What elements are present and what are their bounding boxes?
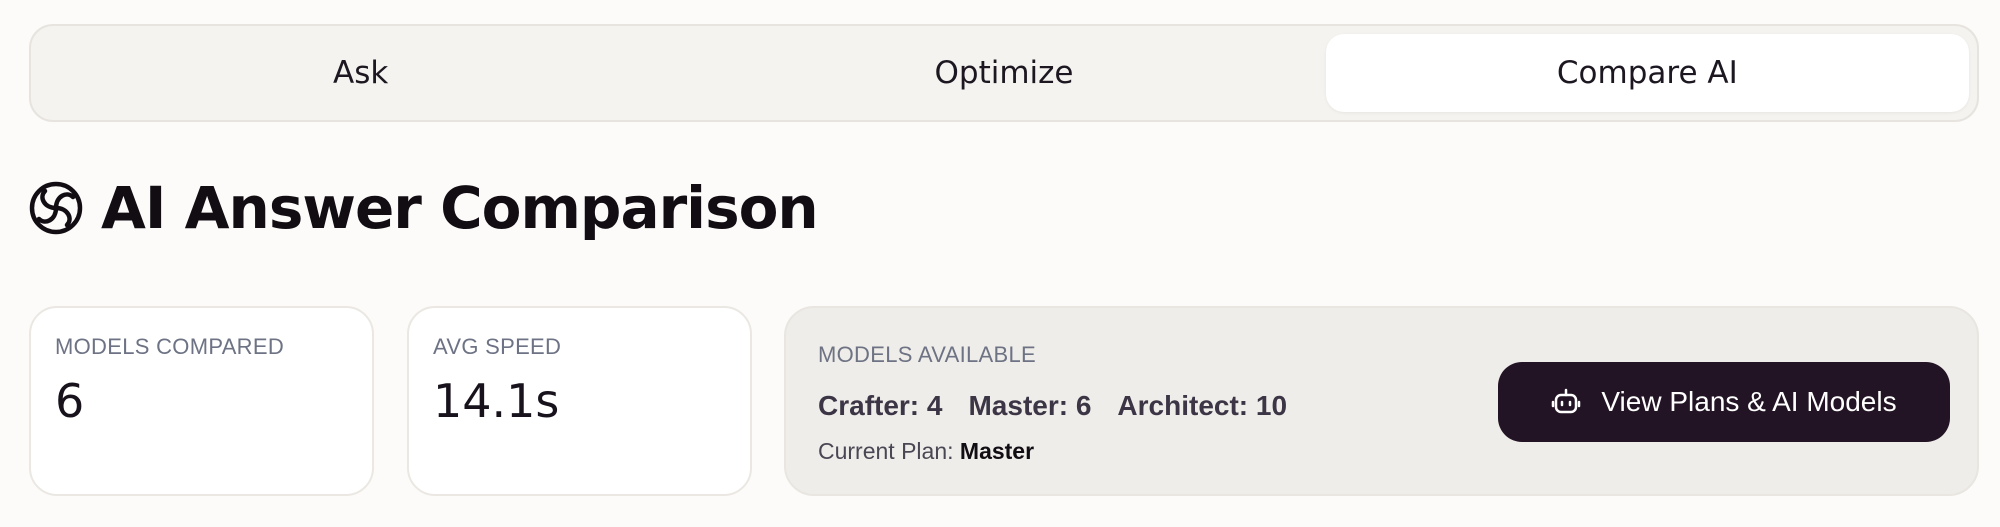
mode-tabs: Ask Optimize Compare AI xyxy=(29,24,1979,122)
models-compared-card: MODELS COMPARED 6 xyxy=(29,306,374,496)
models-compared-label: MODELS COMPARED xyxy=(55,334,285,359)
current-plan: Current Plan: Master xyxy=(818,438,1034,465)
avg-speed-card: AVG SPEED 14.1s xyxy=(407,306,752,496)
tier-master: Master: 6 xyxy=(968,390,1092,421)
current-plan-value: Master xyxy=(959,438,1035,464)
view-plans-button-label: View Plans & AI Models xyxy=(1601,386,1897,417)
spiral-icon xyxy=(29,181,83,235)
avg-speed-value: 14.1s xyxy=(433,374,560,428)
tab-ask[interactable]: Ask xyxy=(39,34,682,112)
page-header: AI Answer Comparison xyxy=(29,172,819,244)
tier-architect: Architect: 10 xyxy=(1117,390,1288,421)
models-available-card: MODELS AVAILABLE Crafter: 4 Master: 6 Ar… xyxy=(784,306,1979,496)
tab-compare-ai[interactable]: Compare AI xyxy=(1325,34,1969,112)
avg-speed-label: AVG SPEED xyxy=(433,334,562,359)
tier-list: Crafter: 4 Master: 6 Architect: 10 xyxy=(818,390,1313,422)
models-compared-value: 6 xyxy=(55,374,85,428)
tab-optimize[interactable]: Optimize xyxy=(682,34,1325,112)
robot-icon xyxy=(1552,388,1581,414)
page-title: AI Answer Comparison xyxy=(101,174,819,242)
current-plan-label: Current Plan: xyxy=(818,438,954,464)
models-available-label: MODELS AVAILABLE xyxy=(818,342,1036,367)
tier-crafter: Crafter: 4 xyxy=(818,390,943,421)
view-plans-button[interactable]: View Plans & AI Models xyxy=(1498,362,1950,442)
